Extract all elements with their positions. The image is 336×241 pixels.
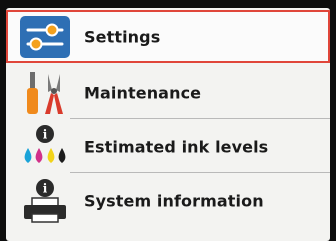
menu-item-label: Settings — [84, 27, 161, 46]
system-info-printer-icon: i — [18, 178, 72, 224]
menu-separator — [70, 118, 330, 119]
menu-separator — [70, 172, 330, 173]
menu-item-label: Estimated ink levels — [84, 137, 269, 156]
maintenance-tools-icon — [18, 70, 72, 116]
menu-item-label: Maintenance — [84, 83, 202, 102]
printer-lcd-screen: Settings Maintenance i Estimated ink lev… — [6, 8, 330, 241]
svg-text:i: i — [43, 127, 48, 141]
settings-sliders-icon — [18, 14, 72, 60]
menu-item-label: System information — [84, 191, 264, 210]
menu-item-estimated-ink-levels[interactable]: i Estimated ink levels — [6, 120, 330, 173]
ink-levels-icon: i — [18, 124, 72, 170]
menu-item-settings[interactable]: Settings — [6, 10, 330, 63]
menu-item-maintenance[interactable]: Maintenance — [6, 66, 330, 119]
svg-text:i: i — [43, 181, 48, 195]
menu-item-system-information[interactable]: i System information — [6, 174, 330, 227]
